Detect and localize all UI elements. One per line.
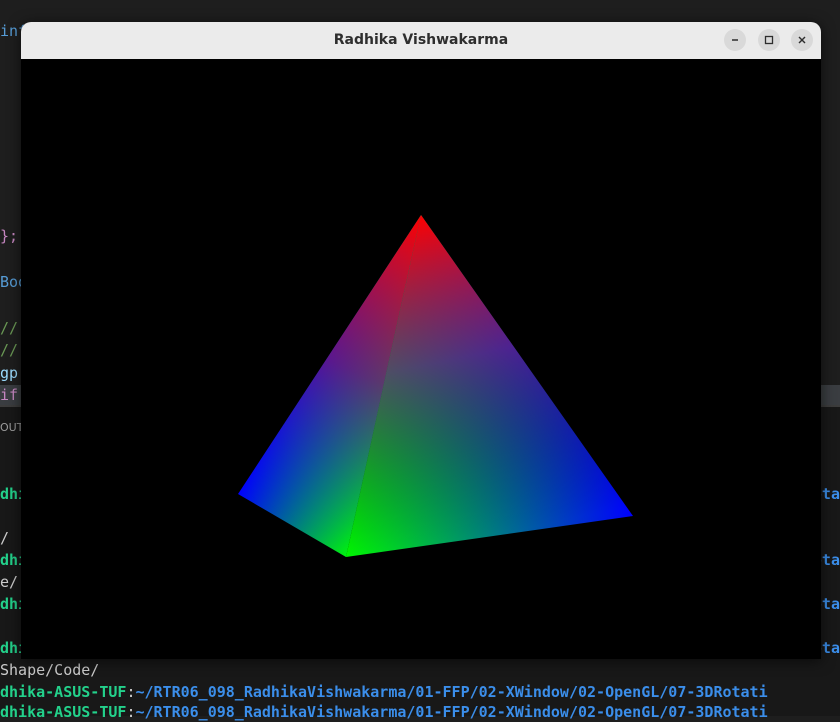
prompt-user: dhika-ASUS-TUF — [0, 683, 127, 701]
code-fragment: // — [0, 341, 19, 359]
code-fragment: // — [0, 319, 19, 337]
opengl-canvas[interactable] — [21, 59, 821, 659]
prompt-user: dhika-ASUS-TUF — [0, 703, 127, 721]
window-title: Radhika Vishwakarma — [333, 32, 509, 48]
app-window: Radhika Vishwakarma — [21, 22, 821, 659]
code-fragment: if — [0, 386, 19, 404]
minimize-button[interactable] — [724, 29, 746, 51]
prompt-path: ~/RTR06_098_RadhikaVishwakarma/01-FFP/02… — [135, 683, 768, 701]
code-fragment: gp — [0, 364, 19, 382]
terminal-prompt: dhika-ASUS-TUF:~/RTR06_098_RadhikaVishwa… — [0, 703, 768, 721]
terminal-line: Shape/Code/ — [0, 661, 100, 679]
prompt-path: ~/RTR06_098_RadhikaVishwakarma/01-FFP/02… — [135, 703, 768, 721]
pyramid-render — [238, 215, 633, 557]
maximize-button[interactable] — [758, 29, 780, 51]
maximize-icon — [764, 35, 774, 45]
close-button[interactable] — [791, 29, 813, 51]
terminal-prompt: dhika-ASUS-TUF:~/RTR06_098_RadhikaVishwa… — [0, 683, 768, 701]
close-icon — [798, 36, 806, 44]
panel-tab-output[interactable]: OUT — [0, 421, 23, 434]
minimize-icon — [732, 39, 738, 41]
code-fragment: }; — [0, 227, 19, 245]
window-titlebar[interactable]: Radhika Vishwakarma — [21, 22, 821, 60]
